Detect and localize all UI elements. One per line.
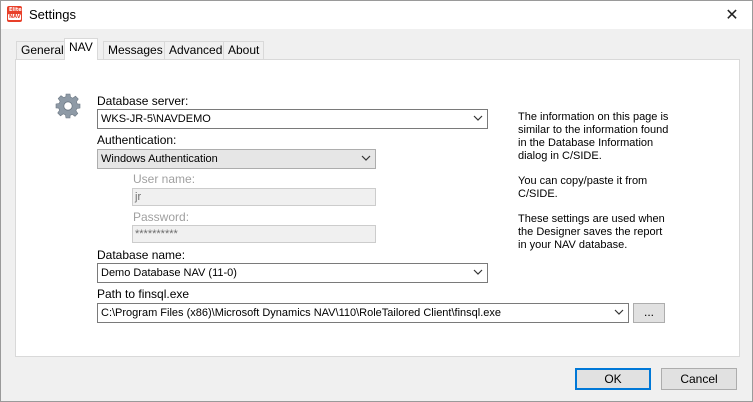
tab-nav[interactable]: NAV	[64, 38, 98, 60]
info-paragraph-2: You can copy/paste it from C/SIDE.	[518, 175, 647, 201]
authentication-label: Authentication:	[97, 133, 177, 147]
app-icon-text-bottom: NAV	[9, 14, 21, 20]
title-bar: Elite NAV Settings ✕	[1, 1, 752, 29]
app-icon-text-top: Elite	[9, 7, 22, 13]
password-label: Password:	[133, 210, 190, 224]
chevron-down-icon	[361, 155, 371, 161]
chevron-down-icon	[473, 115, 483, 121]
user-name-value: jr	[135, 191, 142, 203]
nav-report-designer-icon: Elite NAV	[7, 6, 22, 22]
finsql-path-combo[interactable]: C:\Program Files (x86)\Microsoft Dynamic…	[97, 303, 629, 323]
database-server-label: Database server:	[97, 94, 189, 108]
tab-messages-label: Messages	[108, 43, 163, 57]
database-name-label: Database name:	[97, 248, 186, 262]
settings-dialog: Elite NAV Settings ✕ General NAV Message…	[0, 0, 753, 402]
info-paragraph-3: These settings are used when the Designe…	[518, 213, 665, 252]
user-name-field[interactable]: jr	[132, 188, 376, 206]
chevron-down-icon	[614, 309, 624, 315]
tab-messages[interactable]: Messages	[103, 41, 168, 60]
ok-button-label: OK	[604, 372, 622, 386]
password-value: **********	[135, 228, 178, 240]
info-line: similar to the information found	[518, 124, 669, 136]
database-server-value: WKS-JR-5\NAVDEMO	[101, 113, 211, 125]
info-line: You can copy/paste it from	[518, 175, 648, 187]
browse-button[interactable]: ...	[633, 303, 665, 323]
tab-about-label: About	[228, 43, 260, 57]
tab-nav-label: NAV	[69, 40, 93, 54]
database-name-combo[interactable]: Demo Database NAV (11-0)	[97, 263, 488, 283]
password-field[interactable]: **********	[132, 225, 376, 243]
tab-general-label: General	[21, 43, 64, 57]
finsql-path-value: C:\Program Files (x86)\Microsoft Dynamic…	[101, 307, 502, 319]
tab-about[interactable]: About	[223, 41, 265, 60]
info-line: in your NAV database.	[518, 239, 628, 251]
close-icon[interactable]: ✕	[712, 1, 752, 29]
info-line: The information on this page is	[518, 111, 669, 123]
authentication-value: Windows Authentication	[101, 153, 218, 165]
gear-icon	[55, 93, 81, 119]
info-line: These settings are used when	[518, 213, 665, 225]
info-line: in the Database Information	[518, 137, 654, 149]
tab-advanced[interactable]: Advanced	[164, 41, 228, 60]
chevron-down-icon	[473, 269, 483, 275]
database-server-combo[interactable]: WKS-JR-5\NAVDEMO	[97, 109, 488, 129]
finsql-path-label: Path to finsql.exe	[97, 287, 190, 301]
ok-button[interactable]: OK	[575, 368, 651, 390]
database-name-value: Demo Database NAV (11-0)	[101, 267, 237, 279]
cancel-button-label: Cancel	[680, 372, 718, 386]
user-name-label: User name:	[133, 172, 196, 186]
window-title: Settings	[29, 7, 76, 22]
info-line: C/SIDE.	[518, 188, 558, 200]
browse-button-label: ...	[643, 305, 654, 319]
tab-general[interactable]: General	[16, 41, 69, 60]
authentication-select[interactable]: Windows Authentication	[97, 149, 376, 169]
info-line: the Designer saves the report	[518, 226, 663, 238]
info-line: dialog in C/SIDE.	[518, 150, 602, 162]
info-paragraph-1: The information on this page is similar …	[518, 111, 668, 163]
tab-advanced-label: Advanced	[169, 43, 223, 57]
cancel-button[interactable]: Cancel	[661, 368, 737, 390]
